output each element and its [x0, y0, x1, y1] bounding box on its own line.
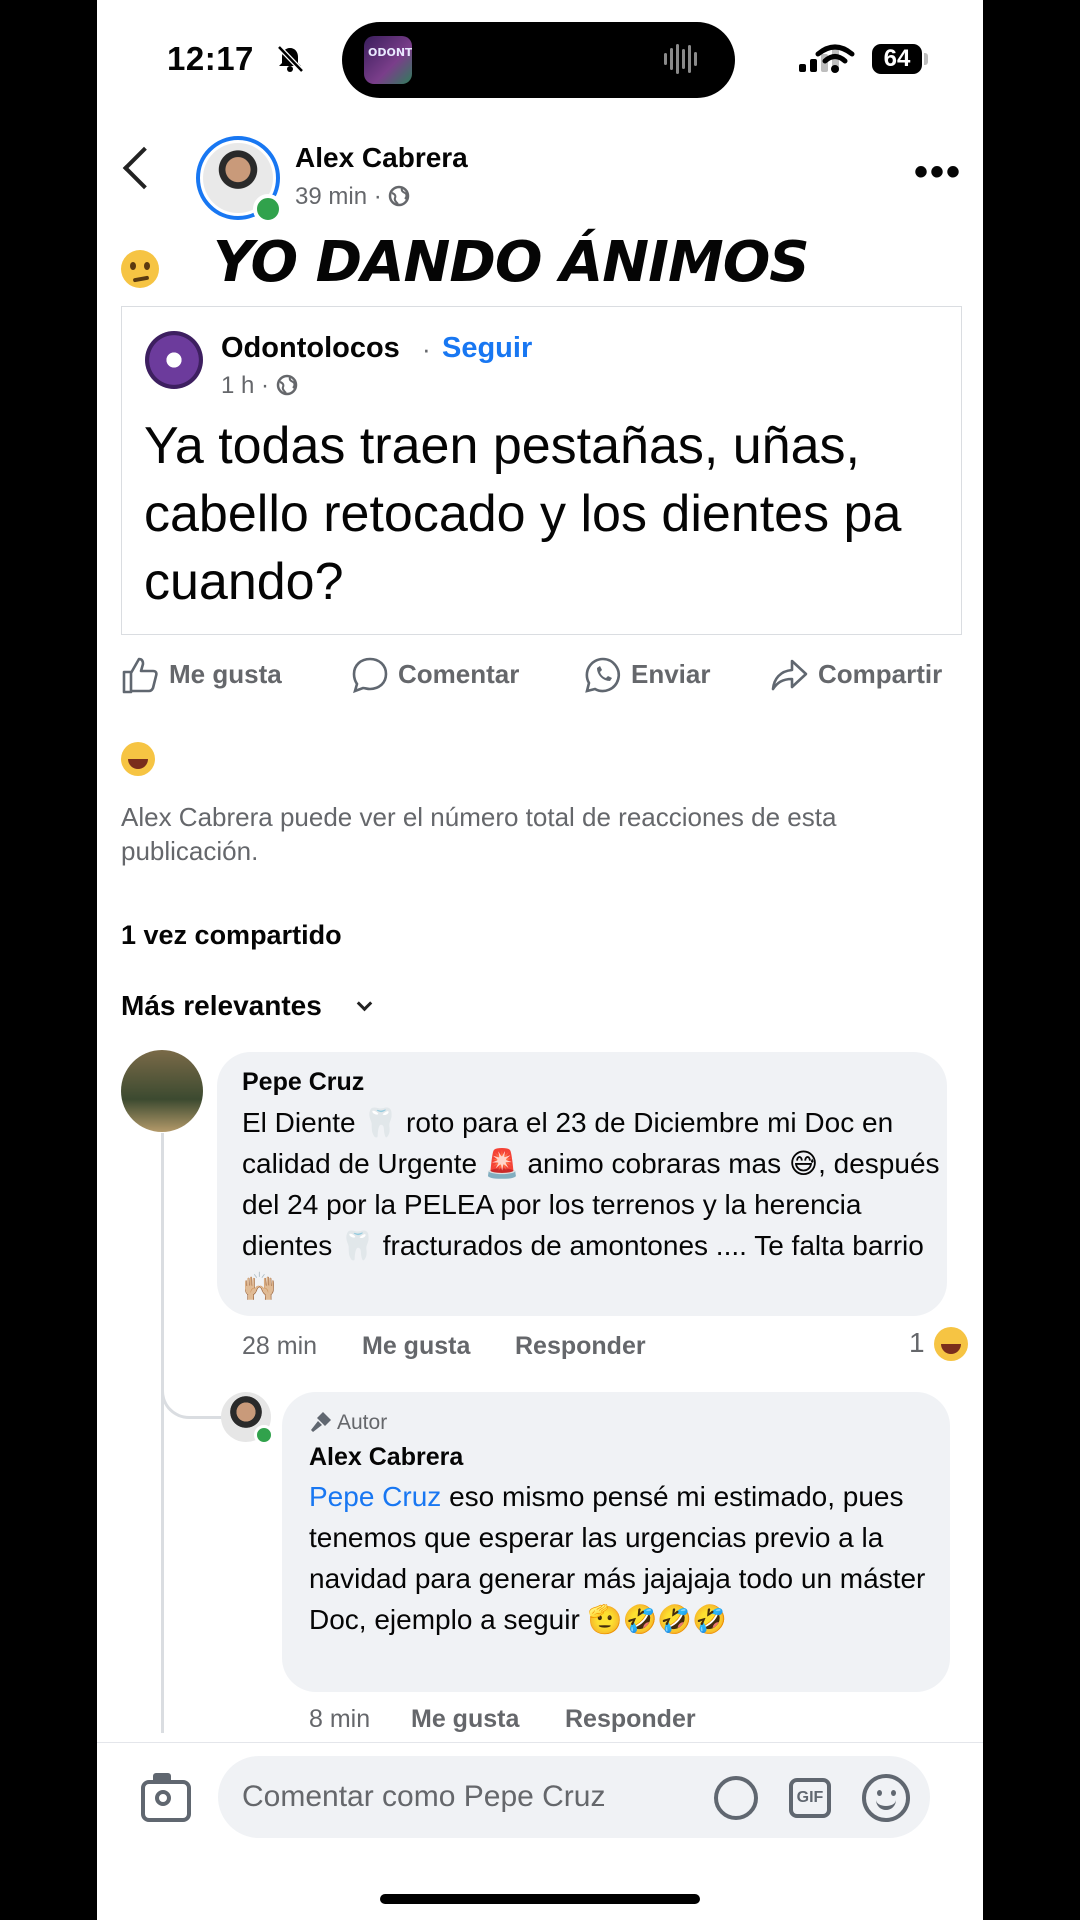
- wifi-icon: [815, 44, 855, 73]
- reactions-note: Alex Cabrera puede ver el número total d…: [121, 802, 837, 866]
- gif-button[interactable]: GIF: [789, 1778, 831, 1818]
- comment-icon: [352, 657, 388, 694]
- sort-dropdown[interactable]: Más relevantes: [121, 990, 322, 1022]
- dynamic-island[interactable]: ODONTOS: [342, 22, 735, 98]
- post-time: 39 min: [295, 183, 368, 210]
- author-badge: Autor: [309, 1410, 387, 1435]
- bell-slash-icon: [277, 45, 304, 73]
- commenter-avatar[interactable]: [121, 1050, 203, 1132]
- whatsapp-icon: [585, 657, 621, 693]
- comment-text: El Diente 🦷 roto para el 23 de Diciembre…: [242, 1107, 940, 1302]
- online-status-dot: [254, 1425, 274, 1445]
- home-indicator[interactable]: [380, 1894, 700, 1904]
- reply-text: Pepe Cruz eso mismo pensé mi estimado, p…: [309, 1481, 926, 1635]
- status-time: 12:17: [167, 40, 254, 77]
- chevron-down-icon[interactable]: [356, 995, 373, 1012]
- comment-time: 28 min: [242, 1332, 318, 1360]
- thinking-face-emoji: [121, 250, 159, 288]
- grinning-emoji[interactable]: [121, 742, 155, 776]
- camera-icon[interactable]: [141, 1780, 191, 1822]
- send-button[interactable]: Enviar: [583, 655, 711, 695]
- commenter-name[interactable]: Pepe Cruz: [242, 1068, 364, 1097]
- comment-input-placeholder[interactable]: Comentar como Pepe Cruz: [242, 1780, 606, 1814]
- app-screen: 12:17 ODONTOS 64 Alex Cabrera 39 min · •…: [97, 0, 983, 1920]
- mention-link[interactable]: Pepe Cruz: [309, 1481, 441, 1512]
- shared-page-name[interactable]: Odontolocos: [221, 332, 400, 365]
- reply-time: 8 min: [309, 1705, 371, 1733]
- emoji-icon[interactable]: [862, 1774, 910, 1822]
- reply-like-button[interactable]: Me gusta: [411, 1705, 519, 1734]
- shared-post-meta: 1 h ·: [221, 372, 298, 400]
- comment-reply-button[interactable]: Responder: [515, 1332, 646, 1361]
- thumbs-up-icon: [122, 657, 158, 694]
- page-avatar[interactable]: [145, 331, 203, 389]
- shared-post-time: 1 h: [221, 372, 255, 399]
- comment-like-button[interactable]: Me gusta: [362, 1332, 470, 1361]
- reply-author-name[interactable]: Alex Cabrera: [309, 1443, 463, 1472]
- post-text: YO DANDO ÁNIMOS: [213, 230, 810, 295]
- back-chevron-icon[interactable]: [122, 146, 166, 190]
- audio-wave-icon: [664, 44, 700, 74]
- comment-reaction-count[interactable]: 1: [909, 1327, 925, 1359]
- shared-post-text: Ya todas traen pestañas, uñas, cabello r…: [144, 417, 902, 611]
- thread-line: [161, 1133, 164, 1733]
- post-author-name[interactable]: Alex Cabrera: [295, 142, 468, 174]
- share-button[interactable]: Compartir: [770, 655, 942, 695]
- grinning-emoji[interactable]: [934, 1327, 968, 1361]
- globe-icon: [389, 185, 410, 207]
- more-options-icon[interactable]: •••: [914, 152, 962, 192]
- follow-button[interactable]: Seguir: [442, 332, 532, 365]
- comment-button[interactable]: Comentar: [350, 655, 519, 695]
- like-button[interactable]: Me gusta: [121, 655, 282, 695]
- online-status-dot: [253, 194, 283, 224]
- avatar-sticker-icon[interactable]: [714, 1776, 758, 1820]
- reply-reply-button[interactable]: Responder: [565, 1705, 696, 1734]
- battery-tip: [924, 53, 928, 65]
- now-playing-thumbnail: ODONTOS: [364, 36, 412, 84]
- post-meta: 39 min ·: [295, 183, 410, 211]
- battery-indicator: 64: [872, 44, 922, 74]
- globe-icon: [276, 374, 297, 396]
- microphone-icon: [311, 1412, 331, 1432]
- share-arrow-icon: [771, 659, 808, 691]
- separator-dot: ·: [422, 334, 431, 364]
- shares-count[interactable]: 1 vez compartido: [121, 920, 342, 951]
